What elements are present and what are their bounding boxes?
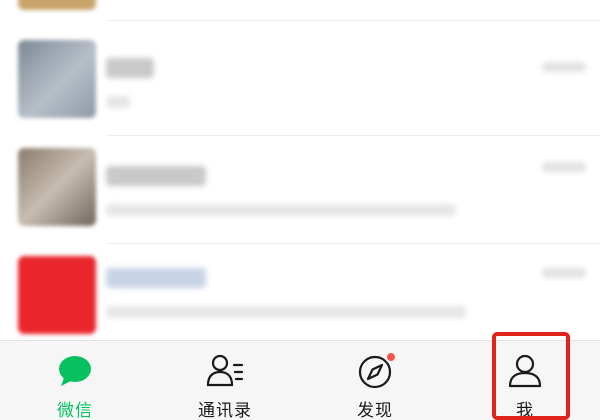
- row-divider: [106, 243, 600, 244]
- avatar: [18, 0, 96, 10]
- chat-row[interactable]: [0, 0, 600, 22]
- chat-list: [0, 0, 600, 340]
- chat-row[interactable]: [0, 138, 600, 244]
- chat-time-blurred: [542, 62, 586, 72]
- avatar: [18, 40, 96, 118]
- chat-time-blurred: [542, 162, 586, 172]
- tab-label: 通讯录: [198, 401, 252, 420]
- chat-text-blurred: [106, 268, 560, 318]
- contacts-icon: [205, 351, 245, 391]
- avatar: [18, 148, 96, 226]
- notification-dot: [385, 351, 397, 363]
- row-divider: [106, 135, 600, 136]
- tab-discover[interactable]: 发现: [300, 341, 450, 420]
- tab-contacts[interactable]: 通讯录: [150, 341, 300, 420]
- bottom-tab-bar: 微信 通讯录 发现 我: [0, 340, 600, 420]
- row-divider: [106, 20, 600, 21]
- chat-text-blurred: [106, 166, 560, 216]
- tab-me[interactable]: 我: [450, 341, 600, 420]
- person-icon: [505, 351, 545, 391]
- compass-icon: [355, 351, 397, 391]
- chat-text-blurred: [106, 58, 560, 108]
- chat-time-blurred: [542, 268, 586, 278]
- tab-chats[interactable]: 微信: [0, 341, 150, 420]
- tab-label: 微信: [57, 401, 93, 420]
- chat-bubble-icon: [55, 351, 95, 391]
- avatar: [18, 256, 96, 334]
- chat-row[interactable]: [0, 246, 600, 340]
- tab-label: 我: [516, 401, 534, 420]
- tab-label: 发现: [357, 401, 393, 420]
- chat-row[interactable]: [0, 30, 600, 136]
